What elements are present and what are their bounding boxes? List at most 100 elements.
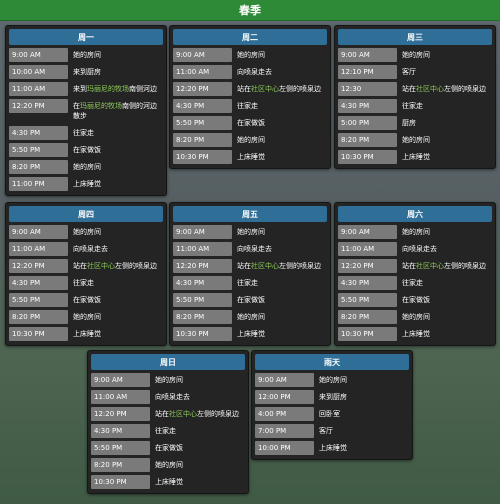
schedule-panel-rainy-day: 雨天 9:00 AM 她的房间 12:00 PM 来到厨房 4:00 PM 回卧室 7:00 …: [251, 350, 413, 460]
location-fragment: 左侧的喷泉边: [279, 262, 321, 270]
location-fragment: 左侧的喷泉边: [197, 410, 239, 418]
location-fragment: 在家做饭: [155, 444, 183, 452]
location-text: 向喷泉走去: [397, 242, 492, 256]
time-cell: 10:30 PM: [9, 327, 68, 341]
location-text: 她的房间: [68, 48, 163, 62]
time-cell: 8:20 PM: [91, 458, 150, 472]
day-header: 周三: [338, 29, 492, 45]
location-fragment: 向喷泉走去: [73, 245, 108, 253]
location-text: 往家走: [232, 99, 327, 113]
time-cell: 9:00 AM: [9, 48, 68, 62]
location-text: 站在社区中心左侧的喷泉边: [68, 259, 163, 273]
time-cell: 12:10 PM: [338, 65, 397, 79]
location-text: 站在社区中心左侧的喷泉边: [397, 82, 492, 96]
location-fragment: 她的房间: [402, 51, 430, 59]
location-fragment: 向喷泉走去: [402, 245, 437, 253]
location-text: 站在社区中心左侧的喷泉边: [150, 407, 245, 421]
schedule-row: 8:20 PM 她的房间: [9, 160, 163, 174]
schedule-row: 5:50 PM 在家做饭: [338, 293, 492, 307]
location-text: 她的房间: [397, 225, 492, 239]
schedule-row: 5:50 PM 在家做饭: [9, 293, 163, 307]
schedule-row: 4:30 PM 往家走: [338, 276, 492, 290]
schedule-row: 4:30 PM 往家走: [9, 126, 163, 140]
schedule-row: 5:50 PM 在家做饭: [173, 116, 327, 130]
location-fragment: 在家做饭: [237, 296, 265, 304]
location-fragment: 向喷泉走去: [237, 245, 272, 253]
time-cell: 5:00 PM: [338, 116, 397, 130]
location-text: 客厅: [397, 65, 492, 79]
schedule-row: 4:30 PM 往家走: [173, 276, 327, 290]
schedule-panel-thursday: 周四 9:00 AM 她的房间 11:00 AM 向喷泉走去 12:20 PM 站在社区中心…: [5, 202, 167, 346]
schedule-row: 9:00 AM 她的房间: [255, 373, 409, 387]
schedule-row: 10:30 PM 上床睡觉: [173, 327, 327, 341]
schedule-row: 9:00 AM 她的房间: [338, 225, 492, 239]
time-cell: 9:00 AM: [91, 373, 150, 387]
location-fragment: 上床睡觉: [73, 330, 101, 338]
location-fragment: 向喷泉走去: [155, 393, 190, 401]
location-text: 她的房间: [68, 160, 163, 174]
location-fragment: 她的房间: [402, 228, 430, 236]
schedule-row: 8:20 PM 她的房间: [9, 310, 163, 324]
location-text: 上床睡觉: [68, 327, 163, 341]
time-cell: 10:30 PM: [338, 150, 397, 164]
location-fragment: 她的房间: [237, 228, 265, 236]
schedule-row: 7:00 PM 客厅: [255, 424, 409, 438]
time-cell: 10:00 AM: [9, 65, 68, 79]
time-cell: 5:50 PM: [9, 293, 68, 307]
schedule-row: 9:00 AM 她的房间: [338, 48, 492, 62]
schedule-row: 12:20 PM 在玛丽尼的牧场南侧的河边散步: [9, 99, 163, 123]
time-cell: 4:30 PM: [338, 99, 397, 113]
schedule-row: 9:00 AM 她的房间: [173, 48, 327, 62]
schedule-row: 11:00 AM 来到玛丽尼的牧场南侧河边: [9, 82, 163, 96]
location-text: 往家走: [68, 126, 163, 140]
time-cell: 10:30 PM: [173, 150, 232, 164]
time-cell: 8:20 PM: [173, 310, 232, 324]
schedule-row: 5:00 PM 厨房: [338, 116, 492, 130]
time-cell: 11:00 AM: [91, 390, 150, 404]
schedule-row: 12:30 站在社区中心左侧的喷泉边: [338, 82, 492, 96]
location-fragment: 上床睡觉: [402, 153, 430, 161]
location-text: 在家做饭: [150, 441, 245, 455]
schedule-panel-tuesday: 周二 9:00 AM 她的房间 11:00 AM 向喷泉走去 12:20 PM 站在社区中心…: [169, 25, 331, 169]
location-text: 向喷泉走去: [68, 242, 163, 256]
schedule-row: 12:20 PM 站在社区中心左侧的喷泉边: [173, 259, 327, 273]
location-highlight: 社区中心: [416, 85, 444, 93]
time-cell: 5:50 PM: [173, 116, 232, 130]
location-fragment: 站在: [237, 85, 251, 93]
location-text: 她的房间: [232, 310, 327, 324]
time-cell: 12:00 PM: [255, 390, 314, 404]
time-cell: 12:20 PM: [9, 99, 68, 113]
location-fragment: 上床睡觉: [319, 444, 347, 452]
location-highlight: 玛丽尼的牧场: [80, 102, 122, 110]
location-text: 往家走: [68, 276, 163, 290]
location-fragment: 站在: [73, 262, 87, 270]
day-header: 周四: [9, 206, 163, 222]
schedule-row: 4:30 PM 往家走: [9, 276, 163, 290]
time-cell: 4:30 PM: [173, 276, 232, 290]
time-cell: 11:00 AM: [9, 82, 68, 96]
location-fragment: 她的房间: [237, 51, 265, 59]
time-cell: 10:30 PM: [338, 327, 397, 341]
location-fragment: 上床睡觉: [155, 478, 183, 486]
location-fragment: 她的房间: [73, 163, 101, 171]
location-fragment: 站在: [237, 262, 251, 270]
location-fragment: 往家走: [237, 102, 258, 110]
location-text: 向喷泉走去: [232, 242, 327, 256]
schedule-row: 8:20 PM 她的房间: [91, 458, 245, 472]
location-fragment: 南侧河边: [129, 85, 157, 93]
schedule-row: 8:20 PM 她的房间: [338, 310, 492, 324]
time-cell: 12:20 PM: [173, 259, 232, 273]
location-text: 上床睡觉: [397, 150, 492, 164]
location-fragment: 她的房间: [237, 313, 265, 321]
time-cell: 10:30 PM: [173, 327, 232, 341]
location-fragment: 站在: [402, 85, 416, 93]
location-text: 在家做饭: [68, 293, 163, 307]
schedule-panel-saturday: 周六 9:00 AM 她的房间 11:00 AM 向喷泉走去 12:20 PM 站在社区中心…: [334, 202, 496, 346]
time-cell: 9:00 AM: [338, 48, 397, 62]
location-text: 她的房间: [232, 48, 327, 62]
schedule-row: 4:30 PM 往家走: [338, 99, 492, 113]
time-cell: 11:00 AM: [9, 242, 68, 256]
location-fragment: 往家走: [237, 279, 258, 287]
location-text: 客厅: [314, 424, 409, 438]
location-fragment: 在家做饭: [73, 146, 101, 154]
